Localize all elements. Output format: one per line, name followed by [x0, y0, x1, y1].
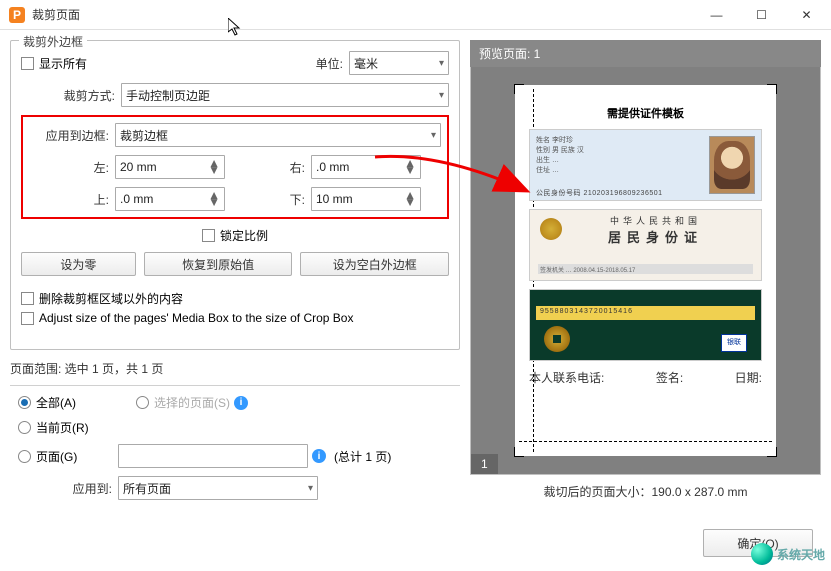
highlighted-margin-block: 应用到边框: 裁剪边框 ▾ 左: 20 mm ▲▼ 右: .0 mm	[21, 115, 449, 219]
caret-down-icon: ▾	[431, 130, 436, 141]
left-spinner[interactable]: 20 mm ▲▼	[115, 155, 225, 179]
crop-handle-br[interactable]	[767, 447, 777, 457]
spinner-arrows-icon: ▲▼	[404, 160, 416, 174]
radio-icon	[18, 396, 31, 409]
preview-page[interactable]: 需提供证件模板 姓名 李时珍 性别 男 民族 汉 出生 … 住址 … 公民身份号…	[515, 85, 776, 456]
restore-button[interactable]: 恢复到原始值	[144, 252, 293, 276]
info-icon: i	[234, 396, 248, 410]
crop-guide-bottom	[519, 441, 772, 442]
crop-handle-bl[interactable]	[514, 447, 524, 457]
radio-icon	[18, 450, 31, 463]
radio-selected[interactable]: 选择的页面(S) i	[136, 394, 248, 411]
apply-to-box-label: 应用到边框:	[29, 127, 115, 144]
adjust-mediabox-checkbox[interactable]: Adjust size of the pages' Media Box to t…	[21, 311, 449, 325]
crop-method-select[interactable]: 手动控制页边距 ▾	[121, 83, 449, 107]
crop-method-label: 裁剪方式:	[21, 87, 121, 104]
unionpay-icon	[721, 334, 747, 352]
crop-handle-tr[interactable]	[767, 84, 777, 94]
ok-button[interactable]: 确定(O)	[703, 529, 813, 557]
bottom-spinner[interactable]: 10 mm ▲▼	[311, 187, 421, 211]
apply-to-select[interactable]: 所有页面 ▾	[118, 476, 318, 500]
page-thumb-number[interactable]: 1	[471, 454, 498, 474]
unit-select[interactable]: 毫米 ▾	[349, 51, 449, 75]
checkbox-icon	[21, 292, 34, 305]
doc-footer: 本人联系电话: 签名: 日期:	[529, 369, 762, 386]
titlebar: P 裁剪页面 — ☐ ✕	[0, 0, 831, 30]
left-label: 左:	[29, 159, 115, 176]
id-photo	[709, 136, 755, 194]
spinner-arrows-icon: ▲▼	[208, 160, 220, 174]
radio-current[interactable]: 当前页(R)	[18, 419, 89, 436]
group-crop-margin: 裁剪外边框 显示所有 单位: 毫米 ▾ 裁剪方式: 手动控制页边距	[10, 40, 460, 350]
pages-total: (总计 1 页)	[334, 448, 391, 465]
minimize-button[interactable]: —	[694, 1, 739, 29]
preview-header: 预览页面: 1	[470, 40, 821, 67]
coin-icon	[544, 326, 570, 352]
caret-down-icon: ▾	[439, 58, 444, 69]
caret-down-icon: ▾	[308, 483, 313, 494]
crop-handle-tl[interactable]	[514, 84, 524, 94]
card-id-front: 姓名 李时珍 性别 男 民族 汉 出生 … 住址 … 公民身份号码 210203…	[529, 129, 762, 201]
preview-body: 需提供证件模板 姓名 李时珍 性别 男 民族 汉 出生 … 住址 … 公民身份号…	[470, 67, 821, 475]
page-range-section: 页面范围: 选中 1 页，共 1 页 全部(A) 选择的页面(S) i 当前页(…	[10, 360, 460, 500]
checkbox-icon	[21, 312, 34, 325]
group-legend: 裁剪外边框	[19, 33, 87, 50]
set-zero-button[interactable]: 设为零	[21, 252, 136, 276]
svg-text:P: P	[13, 8, 21, 22]
radio-pages[interactable]: 页面(G)	[18, 448, 118, 465]
radio-icon	[18, 421, 31, 434]
card-id-back: 中华人民共和国 居民身份证 签发机关 … 2008.04.15-2018.05.…	[529, 209, 762, 281]
app-icon: P	[8, 6, 26, 24]
card-bank: 9558803143720015416	[529, 289, 762, 361]
lock-ratio-checkbox[interactable]: 锁定比例	[202, 227, 268, 244]
window-title: 裁剪页面	[32, 6, 694, 23]
top-spinner[interactable]: .0 mm ▲▼	[115, 187, 225, 211]
right-label: 右:	[225, 159, 311, 176]
caret-down-icon: ▾	[439, 90, 444, 101]
right-spinner[interactable]: .0 mm ▲▼	[311, 155, 421, 179]
set-blank-button[interactable]: 设为空白外边框	[300, 252, 449, 276]
spinner-arrows-icon: ▲▼	[208, 192, 220, 206]
maximize-button[interactable]: ☐	[739, 1, 784, 29]
top-label: 上:	[29, 191, 115, 208]
radio-all[interactable]: 全部(A)	[18, 394, 76, 411]
spinner-arrows-icon: ▲▼	[404, 192, 416, 206]
radio-icon	[136, 396, 149, 409]
page-range-heading: 页面范围: 选中 1 页，共 1 页	[10, 360, 460, 377]
doc-title: 需提供证件模板	[529, 105, 762, 121]
apply-to-box-select[interactable]: 裁剪边框 ▾	[115, 123, 441, 147]
show-all-checkbox[interactable]: 显示所有	[21, 55, 87, 72]
apply-to-label: 应用到:	[18, 480, 118, 497]
unit-label: 单位:	[316, 55, 349, 72]
bottom-label: 下:	[225, 191, 311, 208]
delete-outside-checkbox[interactable]: 删除裁剪框区域以外的内容	[21, 290, 449, 307]
pages-input[interactable]	[118, 444, 308, 468]
close-button[interactable]: ✕	[784, 1, 829, 29]
checkbox-icon	[21, 57, 34, 70]
emblem-icon	[540, 218, 562, 240]
checkbox-icon	[202, 229, 215, 242]
info-icon: i	[312, 449, 326, 463]
cropped-size-label: 裁切后的页面大小：190.0 x 287.0 mm	[470, 483, 821, 500]
